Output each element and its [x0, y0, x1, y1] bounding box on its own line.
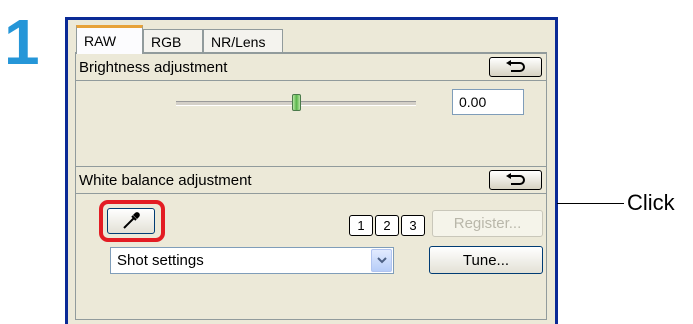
tab-content-raw: Brightness adjustment 0.00 White balance… [75, 52, 547, 320]
brightness-slider-thumb[interactable] [292, 94, 301, 111]
brightness-section-header: Brightness adjustment [76, 53, 546, 81]
brightness-reset-button[interactable] [489, 57, 542, 77]
preset-button-1[interactable]: 1 [349, 215, 373, 236]
tab-nr-lens[interactable]: NR/Lens [203, 29, 283, 53]
undo-arrow-icon [505, 173, 525, 185]
undo-arrow-icon [505, 60, 525, 72]
chevron-down-icon [376, 256, 387, 263]
raw-adjustment-panel: RAW RGB NR/Lens Brightness adjustment 0.… [65, 17, 558, 324]
callout-label: Click [627, 190, 675, 215]
brightness-value-field[interactable]: 0.00 [452, 89, 524, 115]
register-button[interactable]: Register... [432, 210, 543, 237]
brightness-title: Brightness adjustment [79, 58, 228, 76]
dropdown-arrow-button[interactable] [371, 249, 392, 272]
white-balance-select-value: Shot settings [117, 252, 204, 269]
white-balance-select[interactable]: Shot settings [110, 247, 394, 274]
white-balance-reset-button[interactable] [489, 170, 542, 190]
white-balance-title: White balance adjustment [79, 171, 252, 189]
highlight-ring [99, 200, 165, 242]
preset-button-3[interactable]: 3 [401, 215, 425, 236]
step-number: 1 [4, 6, 40, 78]
panel-body: RAW RGB NR/Lens Brightness adjustment 0.… [68, 20, 555, 324]
tab-raw[interactable]: RAW [76, 25, 143, 54]
callout-leader-line [557, 203, 624, 204]
tune-button[interactable]: Tune... [429, 246, 543, 274]
white-balance-section-header: White balance adjustment [76, 166, 546, 194]
preset-button-2[interactable]: 2 [375, 215, 399, 236]
tab-rgb[interactable]: RGB [143, 29, 203, 53]
